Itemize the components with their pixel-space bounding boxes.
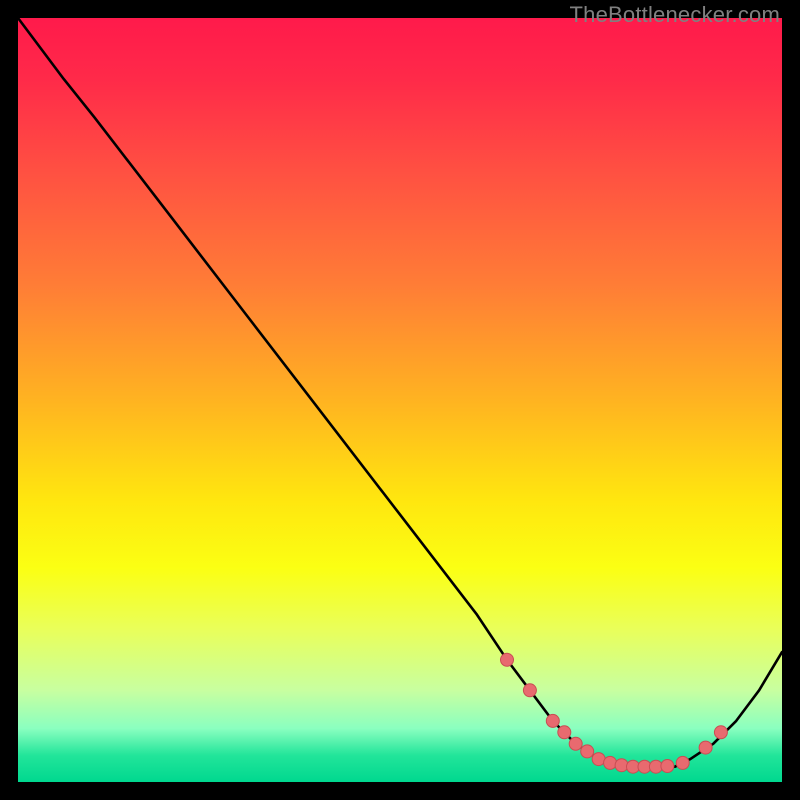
curve-marker	[676, 756, 689, 769]
chart-frame	[18, 18, 782, 782]
curve-marker	[604, 756, 617, 769]
curve-marker	[581, 745, 594, 758]
chart-svg	[18, 18, 782, 782]
curve-marker	[558, 726, 571, 739]
watermark-text: TheBottlenecker.com	[570, 2, 780, 28]
curve-marker	[699, 741, 712, 754]
curve-marker	[546, 714, 559, 727]
curve-marker	[661, 760, 674, 773]
curve-marker	[714, 726, 727, 739]
curve-marker	[501, 653, 514, 666]
gradient-background	[18, 18, 782, 782]
curve-marker	[523, 684, 536, 697]
curve-marker	[615, 759, 628, 772]
curve-marker	[569, 737, 582, 750]
